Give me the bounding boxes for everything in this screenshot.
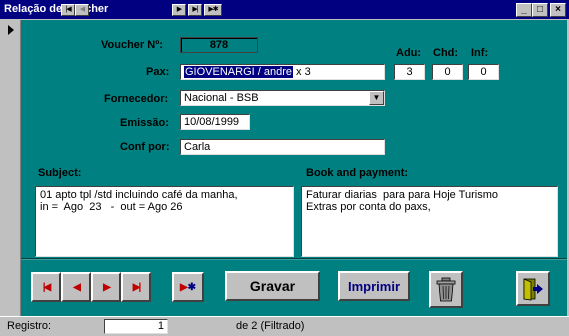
emissao-field[interactable]: 10/08/1999	[180, 114, 250, 130]
confpor-field[interactable]: Carla	[180, 139, 385, 155]
fornecedor-label: Fornecedor:	[104, 93, 169, 105]
book-payment-label: Book and payment:	[306, 167, 409, 179]
next-record-icon: ▶	[176, 6, 182, 13]
previous-record-icon: ◀	[73, 281, 81, 293]
inf-label: Inf:	[471, 47, 489, 59]
gravar-button[interactable]: Gravar	[225, 271, 320, 301]
imprimir-button[interactable]: Imprimir	[338, 271, 410, 301]
pax-rest-text: x 3	[292, 66, 311, 78]
exit-button[interactable]	[516, 271, 550, 306]
fornecedor-dropdown-button[interactable]: ▼	[369, 91, 384, 105]
nav-last-button[interactable]: ▶|	[188, 4, 202, 16]
next-record-icon: ▶	[103, 281, 111, 293]
fornecedor-combobox[interactable]: Nacional - BSB	[180, 90, 385, 106]
new-record-icon: ▶✱	[179, 281, 197, 293]
chd-label: Chd:	[433, 47, 459, 59]
registro-label: Registro:	[7, 320, 52, 332]
close-button[interactable]: ×	[550, 3, 566, 17]
nav-new-button[interactable]: ▶✱	[204, 4, 222, 16]
last-record-icon: ▶|	[192, 6, 198, 13]
record-selector[interactable]	[2, 20, 21, 316]
previous-record-button[interactable]: ◀	[61, 272, 91, 302]
emissao-label: Emissão:	[120, 117, 169, 129]
record-count-text: de 2 (Filtrado)	[236, 320, 305, 332]
first-record-icon: |◀	[42, 281, 51, 293]
book-payment-textarea[interactable]: Faturar diarias para para Hoje Turismo E…	[301, 186, 558, 257]
window-title: Relação de Voucher	[4, 3, 109, 15]
trash-icon	[436, 277, 456, 301]
voucher-label: Voucher Nº:	[101, 39, 163, 51]
current-record-arrow-icon	[8, 25, 14, 35]
maximize-icon: □	[536, 4, 544, 15]
nav-next-button[interactable]: ▶	[172, 4, 186, 16]
chd-field[interactable]: 0	[432, 64, 463, 80]
chevron-down-icon: ▼	[372, 93, 381, 102]
previous-record-icon: ◀	[79, 6, 85, 13]
exit-door-icon	[523, 277, 543, 300]
pax-field[interactable]: GIOVENARGI / andre x 3	[180, 64, 385, 80]
new-record-icon: ▶✱	[208, 6, 218, 13]
nav-first-button[interactable]: |◀	[61, 4, 75, 16]
subject-textarea[interactable]: 01 apto tpl /std incluindo café da manha…	[35, 186, 294, 257]
delete-button[interactable]	[429, 271, 463, 308]
minimize-icon: _	[521, 4, 527, 15]
subject-label: Subject:	[38, 167, 82, 179]
first-record-icon: |◀	[65, 6, 71, 13]
close-icon: ×	[555, 4, 561, 15]
next-record-button[interactable]: ▶	[91, 272, 121, 302]
adu-label: Adu:	[396, 47, 422, 59]
pax-selected-text: GIOVENARGI / andre	[184, 66, 293, 78]
confpor-label: Conf por:	[120, 141, 170, 153]
first-record-button[interactable]: |◀	[31, 272, 61, 302]
voucher-number-field: 878	[180, 37, 258, 53]
section-divider	[21, 258, 567, 260]
record-number-field[interactable]: 1	[104, 319, 168, 334]
last-record-button[interactable]: ▶|	[121, 272, 151, 302]
adu-field[interactable]: 3	[394, 64, 425, 80]
new-record-button[interactable]: ▶✱	[172, 272, 204, 302]
last-record-icon: ▶|	[132, 281, 141, 293]
minimize-button[interactable]: _	[516, 3, 532, 17]
nav-previous-button[interactable]: ◀	[75, 4, 89, 16]
pax-label: Pax:	[146, 66, 170, 78]
inf-field[interactable]: 0	[468, 64, 499, 80]
maximize-button[interactable]: □	[532, 3, 548, 17]
